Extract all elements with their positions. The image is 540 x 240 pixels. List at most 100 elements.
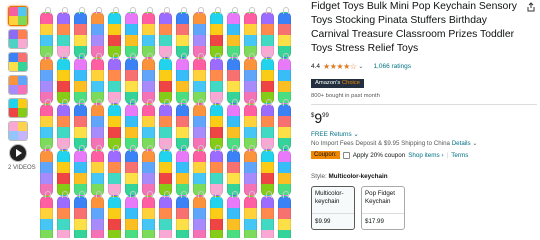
keychain-toy	[176, 53, 189, 104]
keychain-toy	[261, 99, 274, 150]
keychain-toy	[74, 145, 87, 196]
keychain-toy	[40, 191, 53, 238]
keychain-toy	[91, 145, 104, 196]
keychain-toy	[40, 7, 53, 58]
apply-coupon-label[interactable]: Apply 20% coupon	[353, 152, 406, 159]
keychain-toy	[278, 191, 291, 238]
thumbnail-6[interactable]	[8, 121, 28, 141]
keychain-toy	[91, 53, 104, 104]
keychain-toy	[125, 99, 138, 150]
keychain-toy	[57, 99, 70, 150]
keychain-toy	[210, 145, 223, 196]
keychain-toy	[159, 191, 172, 238]
keychain-toy	[108, 7, 121, 58]
keychain-toy	[227, 191, 240, 238]
style-option-pop-fidget-keychain[interactable]: Pop Fidget Keychain $17.99	[361, 186, 405, 230]
thumbnail-column: 2 VIDEOS	[8, 6, 36, 171]
divider: |	[446, 151, 449, 159]
keychain-toy	[142, 145, 155, 196]
terms-link[interactable]: Terms	[451, 152, 468, 159]
keychain-toy	[142, 7, 155, 58]
style-option-multicolor-keychain[interactable]: Multicolor-keychain $9.99	[311, 186, 355, 230]
keychain-toy	[40, 145, 53, 196]
keychain-toy	[278, 145, 291, 196]
video-thumbnail[interactable]	[9, 144, 27, 162]
amazons-choice-badge: Amazon's Choice	[311, 79, 364, 88]
keychain-toy	[108, 145, 121, 196]
bought-in-past-month: 800+ bought in past month	[311, 93, 380, 99]
details-link[interactable]: Details	[452, 140, 471, 147]
product-title: Fidget Toys Bulk Mini Pop Keychain Senso…	[311, 1, 517, 54]
coupon-row: Coupon: Apply 20% coupon Shop items › | …	[311, 151, 537, 159]
thumbnail-4[interactable]	[8, 75, 28, 95]
keychain-toy	[159, 7, 172, 58]
keychain-toy	[261, 145, 274, 196]
star-rating-icon[interactable]: ★★★★☆	[323, 62, 357, 71]
keychain-toy	[227, 7, 240, 58]
keychain-toy	[278, 99, 291, 150]
keychain-toy	[176, 7, 189, 58]
keychain-toy	[176, 191, 189, 238]
keychain-toy	[142, 53, 155, 104]
keychain-toy	[74, 53, 87, 104]
keychain-toy	[40, 99, 53, 150]
keychain-toy	[210, 99, 223, 150]
keychain-toy	[176, 145, 189, 196]
keychain-toy	[210, 7, 223, 58]
thumbnail-3[interactable]	[8, 52, 28, 72]
keychain-toy	[57, 145, 70, 196]
keychain-toy	[159, 99, 172, 150]
free-returns-link[interactable]: FREE Returns ⌄	[311, 131, 537, 138]
coupon-tag: Coupon:	[311, 151, 340, 159]
thumbnail-5[interactable]	[8, 98, 28, 118]
keychain-toy	[40, 53, 53, 104]
keychain-toy	[244, 191, 257, 238]
share-icon[interactable]	[526, 2, 536, 12]
keychain-toy	[142, 191, 155, 238]
product-details: Fidget Toys Bulk Mini Pop Keychain Senso…	[311, 0, 537, 230]
shop-items-link[interactable]: Shop items ›	[408, 152, 443, 159]
keychain-toy	[244, 99, 257, 150]
keychain-toy	[278, 53, 291, 104]
keychain-toy	[91, 99, 104, 150]
keychain-toy	[244, 145, 257, 196]
thumbnail-1[interactable]	[8, 6, 28, 26]
keychain-toy	[108, 53, 121, 104]
rating-value: 4.4	[311, 63, 321, 70]
keychain-toy	[125, 7, 138, 58]
keychain-toy	[261, 7, 274, 58]
keychain-toy	[278, 7, 291, 58]
keychain-toy	[210, 191, 223, 238]
play-icon	[16, 149, 22, 157]
keychain-toy	[74, 99, 87, 150]
thumbnail-2[interactable]	[8, 29, 28, 49]
keychain-toy	[91, 191, 104, 238]
keychain-toy	[125, 145, 138, 196]
videos-label: 2 VIDEOS	[8, 165, 36, 171]
keychain-toy	[193, 191, 206, 238]
apply-coupon-checkbox[interactable]	[342, 151, 350, 159]
chevron-down-icon: ⌄	[353, 131, 359, 138]
keychain-toy	[193, 7, 206, 58]
keychain-toy	[176, 99, 189, 150]
keychain-toy	[125, 53, 138, 104]
keychain-toy	[193, 145, 206, 196]
keychain-toy	[193, 99, 206, 150]
keychain-toy	[108, 99, 121, 150]
chevron-down-icon[interactable]: ⌄	[358, 63, 363, 70]
keychain-toy	[74, 7, 87, 58]
keychain-toy	[57, 7, 70, 58]
keychain-toy	[74, 191, 87, 238]
keychain-toy	[125, 191, 138, 238]
divider	[311, 104, 537, 105]
rating-row: 4.4 ★★★★☆ ⌄ 1,066 ratings	[311, 62, 537, 71]
keychain-toy	[193, 53, 206, 104]
main-product-image[interactable]	[36, 2, 292, 238]
keychain-toy	[261, 191, 274, 238]
keychain-toy	[142, 99, 155, 150]
keychain-toy	[159, 53, 172, 104]
keychain-toy	[244, 7, 257, 58]
chevron-down-icon[interactable]: ⌄	[472, 140, 477, 147]
keychain-toy	[57, 191, 70, 238]
ratings-count-link[interactable]: 1,066 ratings	[373, 63, 411, 70]
